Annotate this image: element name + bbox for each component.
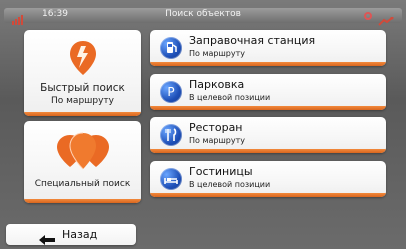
fuel-station-icon [160, 37, 182, 59]
multi-pin-icon [24, 131, 141, 170]
back-button[interactable]: Назад [6, 224, 136, 245]
category-sub: В целевой позиции [189, 180, 271, 189]
category-fuel-station[interactable]: Заправочная станция По маршруту [150, 30, 386, 66]
navigator-screen: 16:39 Поиск объектов Быстрый поиск По ма… [0, 0, 406, 249]
category-sub: В целевой позиции [189, 93, 271, 102]
svg-text:P: P [167, 85, 174, 99]
back-arrow-icon [39, 230, 55, 245]
special-search-label: Специальный поиск [34, 179, 131, 189]
gps-icon [364, 11, 372, 20]
restaurant-icon [160, 124, 182, 146]
category-hotels[interactable]: Гостиницы В целевой позиции [150, 161, 386, 197]
special-search-button[interactable]: Специальный поиск [24, 121, 141, 203]
category-title: Парковка [189, 78, 245, 91]
category-title: Заправочная станция [189, 34, 316, 47]
category-sub: По маршруту [189, 49, 245, 58]
parking-icon: P [160, 81, 182, 103]
status-icons [364, 10, 394, 26]
lightning-pin-icon [24, 40, 141, 76]
quick-search-button[interactable]: Быстрый поиск По маршруту [24, 30, 141, 116]
category-title: Гостиницы [189, 165, 253, 178]
category-parking[interactable]: P Парковка В целевой позиции [150, 74, 386, 110]
satellite-icon [378, 11, 394, 26]
category-restaurant[interactable]: Ресторан По маршруту [150, 117, 386, 153]
quick-search-label: Быстрый поиск [40, 82, 125, 94]
category-title: Ресторан [189, 121, 243, 134]
quick-search-sub: По маршруту [51, 96, 114, 106]
hotel-icon [160, 168, 182, 190]
page-title: Поиск объектов [165, 9, 241, 19]
category-sub: По маршруту [189, 136, 245, 145]
status-bar: 16:39 Поиск объектов [4, 8, 402, 26]
back-label: Назад [62, 228, 98, 241]
